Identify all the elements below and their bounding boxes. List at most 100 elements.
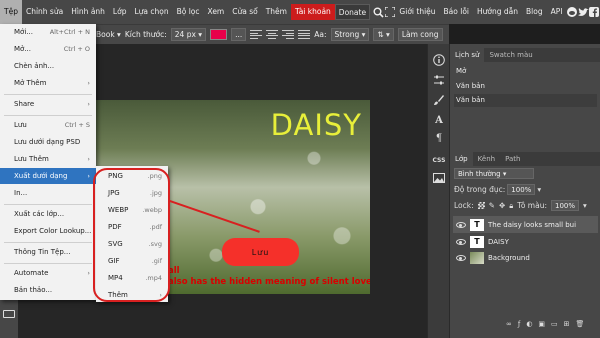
menu-file[interactable]: Tệp	[0, 0, 22, 24]
menu-item-export-as[interactable]: Xuất dưới dạng ›	[0, 168, 96, 184]
highlight-box	[93, 168, 170, 302]
menu-item-save-more[interactable]: Lưu Thêm ›	[0, 151, 96, 167]
effects-icon[interactable]: ƒ	[518, 320, 520, 328]
facebook-icon[interactable]	[589, 0, 600, 24]
size-select[interactable]: 24 px ▾	[170, 28, 207, 41]
lock-paint-icon[interactable]: ✎	[489, 201, 495, 210]
menu-view[interactable]: Xem	[204, 0, 229, 24]
layer-name: Background	[488, 253, 530, 262]
antialias-select[interactable]: Strong ▾	[330, 28, 370, 41]
align-justify-icon[interactable]	[298, 29, 311, 40]
blend-mode-select[interactable]: Bình thường ▾	[454, 168, 534, 179]
warp-text-button[interactable]: Làm cong	[397, 28, 443, 41]
folder-icon[interactable]: ▭	[551, 320, 558, 328]
image-icon[interactable]	[431, 170, 447, 186]
opacity-dropdown-icon[interactable]: ▾	[537, 185, 541, 194]
lock-all-icon[interactable]: 🔒︎	[509, 201, 513, 211]
history-item[interactable]: Văn bản	[454, 80, 597, 93]
menu-guide[interactable]: Hướng dẫn	[473, 0, 522, 24]
menu-window[interactable]: Cửa sổ	[228, 0, 261, 24]
more-options-button[interactable]: ...	[231, 28, 247, 41]
opacity-input[interactable]: 100%	[507, 184, 536, 195]
account-button[interactable]: Tài khoản	[290, 4, 335, 20]
menu-bar: Tệp Chỉnh sửa Hình ảnh Lớp Lựa chọn Bộ l…	[0, 0, 600, 24]
new-layer-icon[interactable]: ⊞	[564, 320, 570, 328]
reddit-icon[interactable]	[566, 0, 578, 24]
layer-row[interactable]: Background	[453, 249, 598, 266]
menu-more[interactable]: Thêm	[262, 0, 291, 24]
info-icon[interactable]	[431, 52, 447, 68]
menu-filter[interactable]: Bộ lọc	[173, 0, 204, 24]
lock-move-icon[interactable]: ✥	[499, 201, 505, 210]
visibility-eye-icon[interactable]	[456, 221, 466, 228]
brush-icon[interactable]	[431, 92, 447, 108]
history-tabs: Lịch sử Swatch màu	[450, 48, 600, 62]
lock-label: Lock:	[454, 201, 474, 210]
menu-blog[interactable]: Blog	[522, 0, 547, 24]
align-center-icon[interactable]	[266, 29, 279, 40]
donate-button[interactable]: Donate	[334, 4, 371, 20]
paragraph-icon[interactable]: ¶	[431, 130, 447, 146]
tab-layers[interactable]: Lớp	[450, 152, 473, 166]
lock-transparency-icon[interactable]	[477, 202, 485, 209]
mask-icon[interactable]: ▣	[538, 320, 545, 328]
panel-icon-strip: A ¶ CSS	[427, 44, 449, 338]
menu-item-automate[interactable]: Automate ›	[0, 265, 96, 281]
search-icon[interactable]	[373, 0, 384, 24]
menu-select[interactable]: Lựa chọn	[130, 0, 172, 24]
font-select[interactable]: Book ▾	[96, 30, 121, 39]
menu-item-export-color-lookup[interactable]: Export Color Lookup...	[0, 223, 96, 239]
canvas-caption-text[interactable]: all also has the hidden meaning of silen…	[168, 266, 370, 288]
line-height-select[interactable]: ⇅ ▾	[373, 28, 394, 41]
menu-item-file-info[interactable]: Thông Tin Tệp...	[0, 244, 96, 260]
twitter-icon[interactable]	[577, 0, 589, 24]
menu-item-open[interactable]: Mở... Ctrl + O	[0, 41, 96, 57]
layer-row[interactable]: T The daisy looks small bui	[453, 216, 598, 233]
visibility-eye-icon[interactable]	[456, 254, 466, 261]
layer-row[interactable]: T DAISY	[453, 233, 598, 250]
canvas-title-text[interactable]: DAISY	[271, 108, 362, 142]
antialias-label: Aa:	[314, 30, 327, 39]
text-color-swatch[interactable]	[210, 29, 228, 40]
align-right-icon[interactable]	[282, 29, 295, 40]
history-item[interactable]: Mở	[454, 65, 597, 78]
menu-edit[interactable]: Chỉnh sửa	[22, 0, 67, 24]
fill-dropdown-icon[interactable]: ▾	[583, 201, 587, 210]
tab-swatches[interactable]: Swatch màu	[484, 48, 537, 62]
tab-channels[interactable]: Kênh	[473, 152, 500, 166]
menu-item-drafts[interactable]: Bản thảo...	[0, 282, 96, 298]
css-icon[interactable]: CSS	[431, 152, 447, 168]
layer-actions: ∞ ƒ ◐ ▣ ▭ ⊞ 🗑︎	[506, 320, 584, 328]
history-item[interactable]: Văn bản	[454, 94, 597, 107]
menu-layer[interactable]: Lớp	[109, 0, 131, 24]
menu-about[interactable]: Giới thiệu	[395, 0, 439, 24]
save-callout-button[interactable]: Lưu	[222, 238, 299, 266]
half-circle-icon[interactable]: ◐	[526, 320, 532, 328]
size-label: Kích thước:	[124, 30, 167, 39]
menu-item-save-psd[interactable]: Lưu dưới dạng PSD	[0, 134, 96, 150]
align-left-icon[interactable]	[250, 29, 263, 40]
image-layer-thumb	[470, 251, 484, 264]
menu-item-print[interactable]: In...	[0, 185, 96, 201]
layers-tabs: Lớp Kênh Path	[450, 152, 600, 166]
menu-item-share[interactable]: Share ›	[0, 96, 96, 112]
sliders-icon[interactable]	[431, 72, 447, 88]
fill-input[interactable]: 100%	[551, 200, 580, 211]
menu-item-export-layers[interactable]: Xuất các lớp...	[0, 206, 96, 222]
visibility-eye-icon[interactable]	[456, 238, 466, 245]
menu-item-insert-image[interactable]: Chèn ảnh...	[0, 58, 96, 74]
tab-paths[interactable]: Path	[500, 152, 525, 166]
menu-item-new[interactable]: Mới... Alt+Ctrl + N	[0, 24, 96, 40]
menu-api[interactable]: API	[547, 0, 567, 24]
keyboard-icon[interactable]	[3, 310, 15, 318]
link-icon[interactable]: ∞	[506, 320, 512, 328]
trash-icon[interactable]: 🗑︎	[576, 320, 585, 328]
fullscreen-icon[interactable]	[384, 0, 395, 24]
character-icon[interactable]: A	[431, 112, 447, 128]
menu-item-open-more[interactable]: Mở Thêm ›	[0, 75, 96, 91]
menu-report-bug[interactable]: Báo lỗi	[440, 0, 473, 24]
menu-image[interactable]: Hình ảnh	[67, 0, 109, 24]
menu-item-save[interactable]: Lưu Ctrl + S	[0, 117, 96, 133]
tab-history[interactable]: Lịch sử	[450, 48, 485, 62]
text-layer-thumb-icon: T	[470, 235, 484, 248]
